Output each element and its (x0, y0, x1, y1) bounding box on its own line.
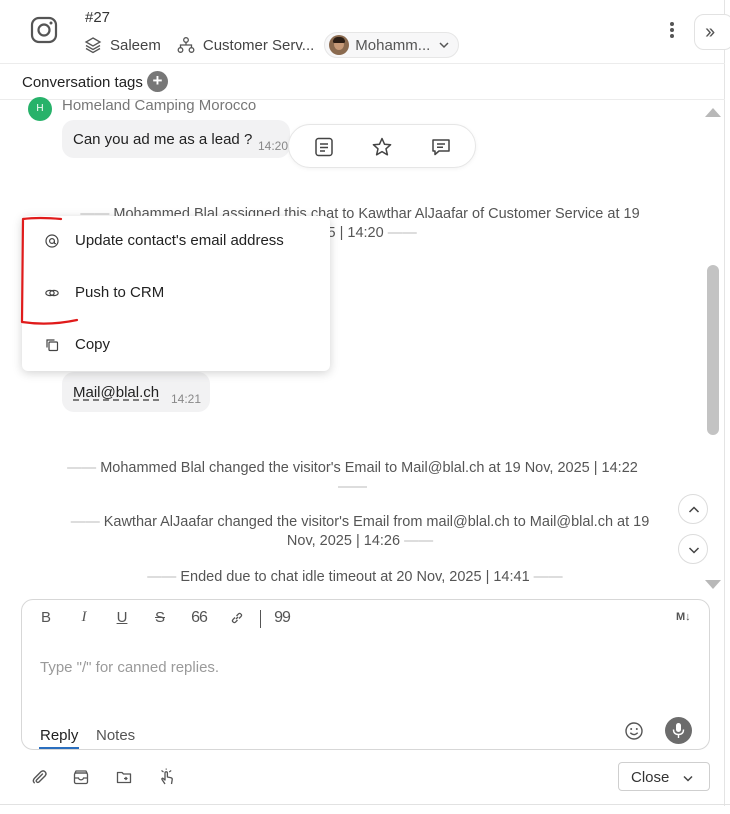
italic-button[interactable]: I (73, 609, 95, 626)
microphone-icon (672, 723, 685, 738)
scroll-up-arrow[interactable] (705, 108, 721, 117)
close-conversation-button[interactable]: Close (618, 762, 710, 791)
link-icon[interactable] (230, 611, 244, 625)
menu-item-label: Copy (75, 336, 111, 353)
chevron-down-icon (688, 547, 700, 554)
reply-message-icon[interactable] (430, 136, 452, 158)
star-icon[interactable] (371, 136, 393, 158)
system-event-email-change: —— Kawthar AlJaafar changed the visitor'… (70, 514, 650, 549)
message-text[interactable]: Mail@blal.ch (73, 384, 159, 401)
message-time: 14:20 (258, 139, 289, 153)
chevron-down-icon (439, 42, 449, 49)
menu-item-copy[interactable]: Copy (22, 325, 330, 365)
agent-name: Mohamm... (355, 36, 431, 54)
jump-down-button[interactable] (678, 534, 708, 564)
folder-share-icon[interactable] (115, 768, 133, 786)
tab-reply[interactable]: Reply (40, 727, 78, 744)
message-text: Can you ad me as a lead ? (73, 131, 253, 148)
close-label: Close (631, 769, 670, 786)
reply-composer: B I U S 66 99 M↓ Type "/" for canned rep… (21, 599, 710, 750)
toolbar-divider (260, 610, 261, 628)
message-bubble[interactable]: Mail@blal.ch 14:21 (62, 372, 210, 412)
note-icon[interactable] (313, 136, 335, 158)
copy-icon (46, 339, 59, 352)
active-tab-indicator (39, 747, 79, 749)
markdown-toggle[interactable]: M↓ (676, 611, 691, 623)
double-chevron-right-icon: ›› (705, 21, 715, 43)
system-event-ended: —— Ended due to chat idle timeout at 20 … (147, 569, 563, 585)
add-tag-button[interactable]: + (147, 71, 168, 92)
at-sign-icon (45, 234, 59, 248)
conversation-header: #27 Saleem Customer Serv... Mohamm... ›› (0, 0, 730, 64)
more-options-icon[interactable] (662, 20, 682, 44)
message-actions-toolbar (288, 124, 476, 168)
window-bottom-border (0, 804, 730, 805)
attachment-icon[interactable] (30, 768, 48, 786)
team-name[interactable]: Customer Serv... (203, 37, 314, 54)
bold-button[interactable]: B (35, 609, 57, 626)
menu-item-label: Update contact's email address (75, 232, 284, 249)
conversation-tags-label: Conversation tags (22, 74, 143, 91)
agent-avatar (329, 35, 350, 55)
email-change-2-line-2: Nov, 2025 | 14:26 (286, 533, 401, 549)
voice-record-button[interactable] (665, 717, 692, 744)
sender-avatar: H (28, 97, 52, 121)
team-hierarchy-icon (177, 37, 195, 53)
inbox-name[interactable]: Saleem (110, 37, 161, 54)
scrollbar-thumb[interactable] (707, 265, 719, 435)
code-quote-button[interactable]: 99 (271, 609, 293, 627)
layers-icon (84, 37, 102, 54)
quote-button[interactable]: 66 (188, 609, 210, 627)
archive-box-icon[interactable] (72, 768, 90, 786)
scroll-down-arrow[interactable] (705, 580, 721, 589)
system-event-email-change: —— Mohammed Blal changed the visitor's E… (67, 460, 638, 495)
instagram-icon (30, 16, 58, 44)
conversation-tags-bar: Conversation tags + (0, 64, 725, 100)
message-bubble[interactable]: Can you ad me as a lead ? 14:20 (62, 120, 290, 158)
conversation-id: #27 (85, 9, 111, 26)
ended-text: Ended due to chat idle timeout at 20 Nov… (180, 569, 530, 585)
link-icon (45, 289, 59, 297)
sender-name: Homeland Camping Morocco (62, 97, 257, 114)
interaction-hand-icon[interactable] (158, 768, 176, 786)
strikethrough-button[interactable]: S (149, 609, 171, 626)
expand-sidebar-button[interactable]: ›› (694, 14, 730, 50)
emoji-icon[interactable] (624, 721, 644, 741)
reply-input[interactable]: Type "/" for canned replies. (40, 659, 219, 676)
tab-notes[interactable]: Notes (96, 727, 135, 744)
underline-button[interactable]: U (111, 609, 133, 626)
menu-item-update-email[interactable]: Update contact's email address (22, 221, 330, 261)
message-context-menu: Update contact's email address Push to C… (22, 216, 330, 371)
jump-up-button[interactable] (678, 494, 708, 524)
agent-selector[interactable]: Mohamm... (324, 32, 460, 58)
email-change-1: Mohammed Blal changed the visitor's Emai… (100, 460, 638, 476)
chevron-down-icon (683, 775, 693, 782)
message-time: 14:21 (171, 392, 202, 406)
menu-item-label: Push to CRM (75, 284, 165, 301)
menu-item-push-to-crm[interactable]: Push to CRM (22, 273, 330, 313)
email-change-2-line-1: Kawthar AlJaafar changed the visitor's E… (103, 514, 650, 530)
chevron-up-icon (688, 506, 700, 513)
chat-panel: #27 Saleem Customer Serv... Mohamm... ››… (0, 0, 730, 806)
conversation-meta: Saleem Customer Serv... Mohamm... (84, 32, 460, 58)
